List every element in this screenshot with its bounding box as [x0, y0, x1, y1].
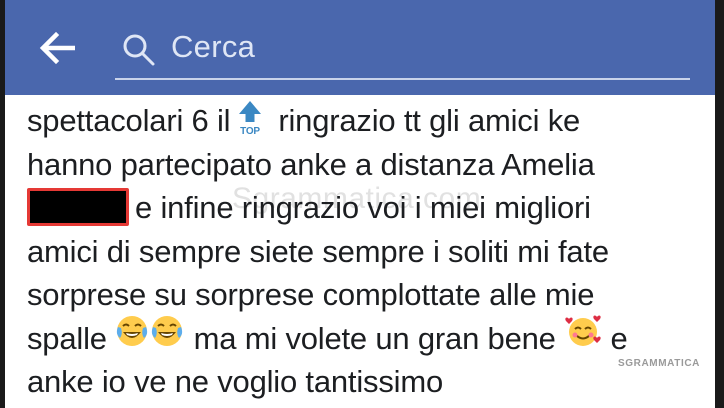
search-placeholder: Cerca	[171, 29, 256, 64]
top-app-bar: Cerca	[0, 0, 724, 95]
right-border	[715, 0, 724, 408]
search-icon	[123, 34, 155, 66]
post-text: spettacolari 6 il TOP ringrazio tt gli a…	[27, 99, 707, 404]
post-line-3: e infine ringrazio voi i miei migliori	[27, 186, 707, 230]
post-text-segment: e infine ringrazio voi i miei migliori	[135, 190, 591, 225]
post-text-segment: e	[610, 320, 628, 356]
left-border	[0, 0, 5, 408]
tears-of-joy-emoji	[115, 314, 185, 360]
post-text-segment: spettacolari 6 il	[27, 103, 231, 138]
top-label: TOP	[240, 126, 260, 136]
post-line-2: hanno partecipato anke a distanza Amelia	[27, 146, 595, 182]
post-text-segment: ma mi volete un gran bene	[193, 320, 556, 356]
smiling-face-with-hearts-emoji	[564, 314, 602, 360]
post-text-segment: spalle	[27, 320, 107, 356]
post-line-1: spettacolari 6 il TOP ringrazio tt gli a…	[27, 99, 707, 143]
back-button[interactable]	[38, 30, 78, 66]
post-line-5: sorprese su sorprese complottate alle mi…	[27, 277, 595, 312]
search-input[interactable]: Cerca	[115, 22, 690, 80]
brand-watermark: SGRAMMATICA	[618, 358, 700, 369]
top-arrow-emoji: TOP	[236, 100, 264, 137]
redacted-name-box	[27, 187, 129, 226]
post-line-7: anke io ve ne voglio tantissimo	[27, 364, 443, 399]
post-line-6: spalle ma mi volete un gran bene e	[27, 314, 707, 361]
arrow-left-icon	[39, 31, 75, 65]
post-line-4: amici di sempre siete sempre i soliti mi…	[27, 233, 609, 269]
post-text-segment: ringrazio tt gli amici ke	[278, 103, 581, 138]
